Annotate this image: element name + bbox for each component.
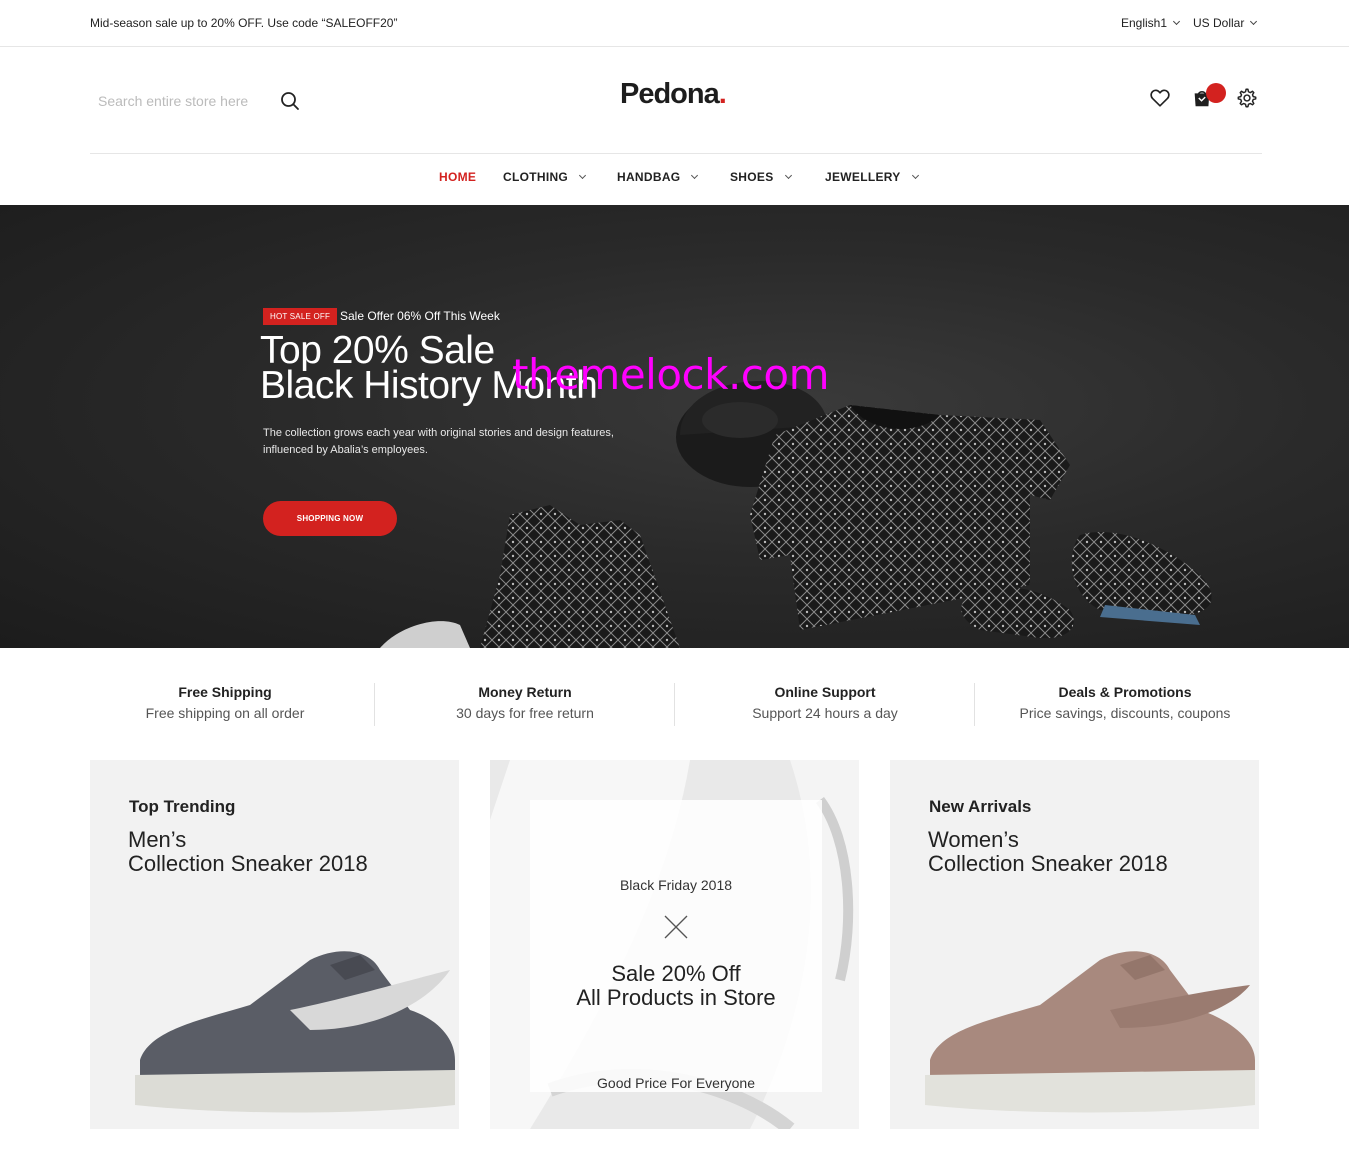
nav-item-label: HANDBAG <box>617 170 681 184</box>
feature-free-shipping: Free Shipping Free shipping on all order <box>75 683 375 727</box>
banner-title-line2: Collection Sneaker 2018 <box>928 851 1168 876</box>
language-label: English1 <box>1121 16 1168 30</box>
feature-title: Deals & Promotions <box>1058 684 1192 700</box>
nav-item-handbag[interactable]: HANDBAG <box>617 170 699 184</box>
language-selector[interactable]: English1 <box>1121 16 1181 30</box>
promo-text: Mid-season sale up to 20% OFF. Use code … <box>90 16 398 30</box>
feature-subtitle: Support 24 hours a day <box>752 705 898 721</box>
cart-count-badge <box>1206 83 1226 103</box>
logo-dot: . <box>718 78 727 110</box>
settings-icon[interactable] <box>1236 87 1258 109</box>
banner-black-friday[interactable]: Black Friday 2018 Sale 20% Off All Produ… <box>490 760 859 1129</box>
nav-item-clothing[interactable]: CLOTHING <box>503 170 587 184</box>
chevron-down-icon <box>784 171 792 180</box>
search-icon[interactable] <box>280 91 300 111</box>
promo-headline-line1: Sale 20% Off <box>611 961 741 986</box>
nav-item-label: HOME <box>439 170 477 184</box>
nav-item-label: JEWELLERY <box>825 170 901 184</box>
banner-title-line1: Men’s <box>128 827 187 852</box>
logo-text: Pedona <box>620 78 720 110</box>
hot-sale-badge: HOT SALE OFF <box>263 308 338 325</box>
chevron-down-icon <box>1250 17 1258 26</box>
banner-title: Men’s Collection Sneaker 2018 <box>128 828 368 876</box>
banner-title-line2: Collection Sneaker 2018 <box>128 851 368 876</box>
banner-title: Women’s Collection Sneaker 2018 <box>928 828 1168 876</box>
banner-kicker: New Arrivals <box>929 797 1032 816</box>
chevron-down-icon <box>911 171 919 180</box>
feature-money-return: Money Return 30 days for free return <box>375 683 675 727</box>
promo-line1: Black Friday 2018 <box>619 877 733 893</box>
watermark: themelock.com <box>512 350 830 399</box>
chevron-down-icon <box>691 171 699 180</box>
currency-label: US Dollar <box>1193 16 1245 30</box>
search-input[interactable] <box>90 82 270 120</box>
promo-box: Black Friday 2018 Sale 20% Off All Produ… <box>530 800 822 1092</box>
feature-title: Money Return <box>478 684 572 700</box>
feature-subtitle: 30 days for free return <box>456 705 594 721</box>
nav-item-jewellery[interactable]: JEWELLERY <box>825 170 919 184</box>
promo-headline: Sale 20% Off All Products in Store <box>530 962 822 1010</box>
feature-online-support: Online Support Support 24 hours a day <box>675 683 975 727</box>
mens-sneaker-image <box>135 951 455 1113</box>
heart-icon[interactable] <box>1149 87 1171 109</box>
banner-kicker: Top Trending <box>129 797 236 816</box>
feature-title: Free Shipping <box>178 684 272 700</box>
feature-subtitle: Free shipping on all order <box>145 705 305 721</box>
feature-deals-promotions: Deals & Promotions Price savings, discou… <box>975 683 1275 727</box>
nav-item-home[interactable]: HOME <box>439 170 476 184</box>
close-icon <box>664 915 688 939</box>
main-nav: HOME CLOTHING HANDBAG SHOES JEWELLERY <box>0 170 1349 188</box>
chevron-down-icon <box>1172 17 1181 26</box>
top-bar: Mid-season sale up to 20% OFF. Use code … <box>0 0 1349 47</box>
header-divider <box>90 153 1262 154</box>
search-box <box>90 82 310 120</box>
womens-sneaker-image <box>925 951 1255 1113</box>
feature-subtitle: Price savings, discounts, coupons <box>1019 705 1231 721</box>
nav-item-shoes[interactable]: SHOES <box>730 170 792 184</box>
nav-item-label: SHOES <box>730 170 774 184</box>
chevron-down-icon <box>579 171 587 180</box>
features-row: Free Shipping Free shipping on all order… <box>75 683 1275 727</box>
currency-selector[interactable]: US Dollar <box>1193 16 1258 30</box>
nav-item-label: CLOTHING <box>503 170 569 184</box>
hero-description: The collection grows each year with orig… <box>263 427 614 456</box>
banner-title-line1: Women’s <box>928 827 1019 852</box>
banner-womens-collection[interactable]: New Arrivals Women’s Collection Sneaker … <box>890 760 1259 1129</box>
promo-line3: Good Price For Everyone <box>597 1075 755 1091</box>
banner-mens-collection[interactable]: Top Trending Men’s Collection Sneaker 20… <box>90 760 459 1129</box>
hero-offer-text: Sale Offer 06% Off This Week <box>340 309 500 323</box>
shopping-now-button[interactable]: SHOPPING NOW <box>263 501 397 536</box>
hero-banner: HOT SALE OFF Sale Offer 06% Off This Wee… <box>0 205 1349 648</box>
feature-title: Online Support <box>774 684 876 700</box>
logo[interactable]: Pedona. <box>620 78 727 111</box>
promo-headline-line2: All Products in Store <box>576 985 776 1010</box>
